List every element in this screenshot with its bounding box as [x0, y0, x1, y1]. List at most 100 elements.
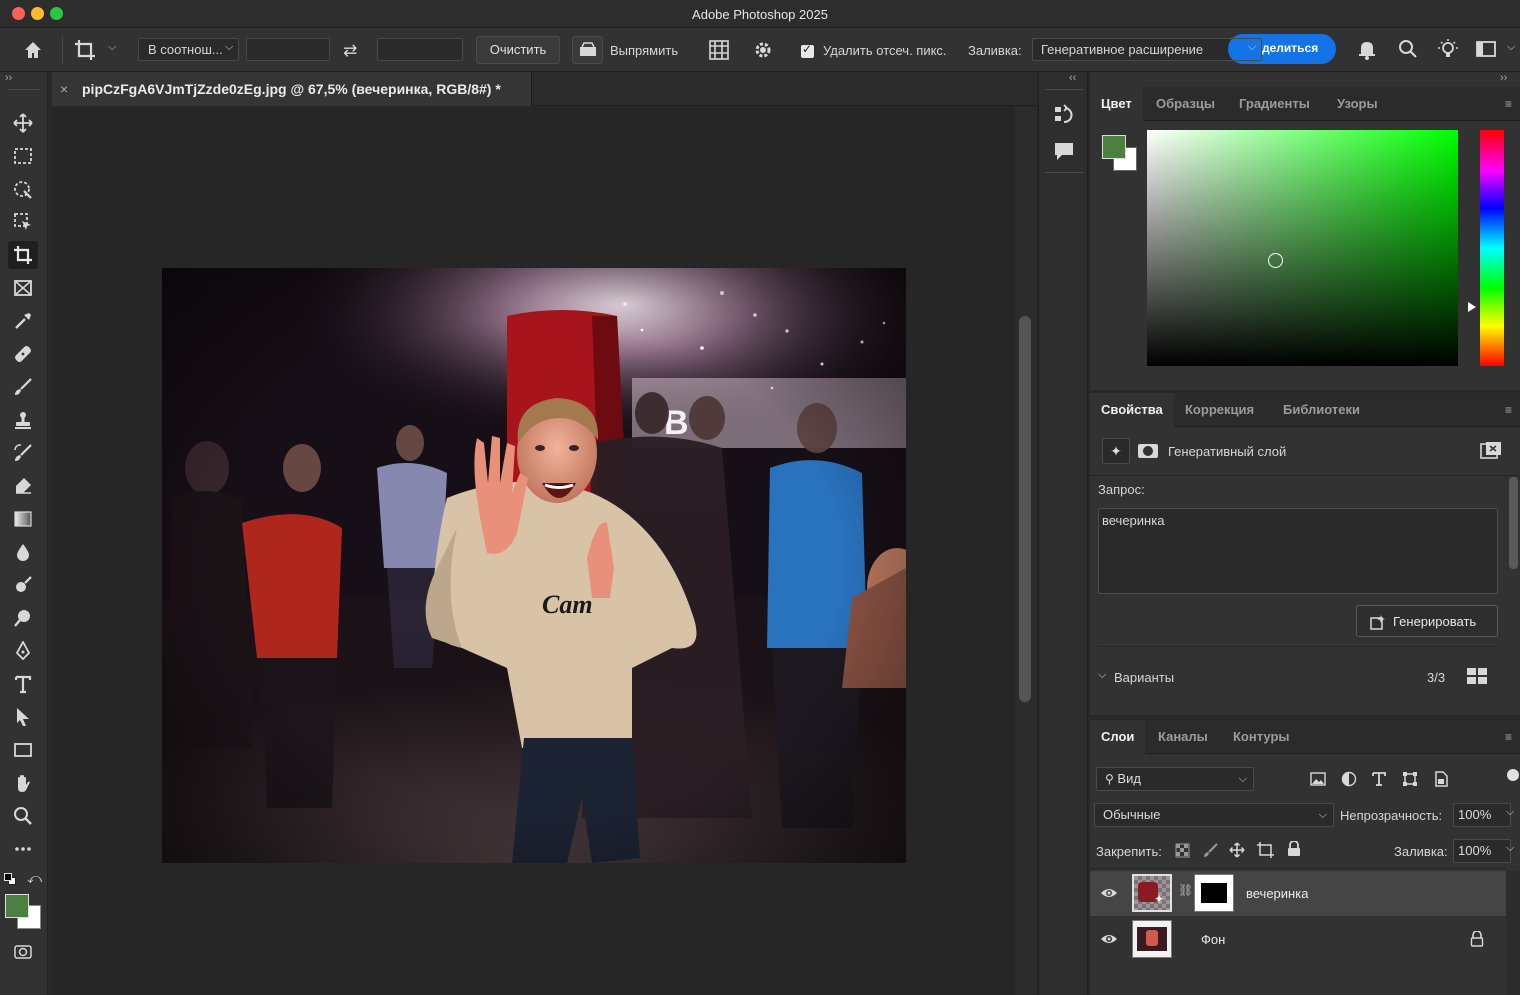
type-filter-icon[interactable] [1371, 771, 1387, 790]
default-colors-icon[interactable] [3, 872, 17, 886]
chevron-down-icon[interactable]: ⌵ [1506, 806, 1514, 819]
chevron-down-icon[interactable]: ⌵ [108, 41, 116, 54]
straighten-icon[interactable] [572, 36, 603, 64]
gradient-tool-icon[interactable] [8, 505, 38, 533]
more-tools-icon[interactable] [8, 835, 38, 863]
panel-menu-icon[interactable]: ≡ [1505, 730, 1517, 744]
brush-tool-icon[interactable] [8, 373, 38, 401]
smart-object-filter-icon[interactable] [1433, 771, 1449, 790]
width-input[interactable] [246, 38, 330, 61]
panel-menu-icon[interactable]: ≡ [1505, 97, 1517, 111]
rectangle-tool-icon[interactable] [8, 736, 38, 764]
hue-slider[interactable] [1480, 130, 1504, 366]
prompt-textarea[interactable]: вечеринка [1098, 508, 1498, 594]
tab-properties[interactable]: Свойства [1090, 393, 1174, 427]
swap-colors-icon[interactable]: ⤺ [27, 870, 42, 887]
tab-color[interactable]: Цвет [1090, 87, 1143, 121]
healing-brush-tool-icon[interactable] [8, 340, 38, 368]
layer-name[interactable]: вечеринка [1246, 886, 1308, 901]
chevron-down-icon[interactable]: ⌵ [1098, 669, 1106, 682]
panel-menu-icon[interactable]: ≡ [1505, 403, 1517, 417]
document-tab[interactable]: × pipCzFgA6VJmTjZzde0zEg.jpg @ 67,5% (ве… [52, 72, 532, 106]
background-layer-thumbnail[interactable] [1132, 920, 1172, 958]
tab-gradients[interactable]: Градиенты [1239, 87, 1310, 121]
eyedropper-tool-icon[interactable] [8, 307, 38, 335]
pen-tool-icon[interactable] [8, 637, 38, 665]
adjustment-filter-icon[interactable] [1341, 771, 1357, 790]
layers-scrollbar[interactable] [1506, 871, 1520, 995]
path-selection-tool-icon[interactable] [8, 703, 38, 731]
layer-name[interactable]: Фон [1201, 932, 1225, 947]
zoom-tool-icon[interactable] [8, 802, 38, 830]
tab-adjustments[interactable]: Коррекция [1185, 393, 1254, 427]
generative-layer-thumbnail[interactable]: ✦ [1132, 874, 1172, 912]
object-selection-tool-icon[interactable] [8, 175, 38, 203]
visibility-eye-icon[interactable] [1100, 930, 1118, 948]
collapse-panel-icon[interactable]: ›› [1500, 72, 1507, 84]
blend-mode-select[interactable]: Обычные ⌵ [1094, 803, 1334, 827]
clear-button[interactable]: Очистить [476, 36, 560, 64]
tab-channels[interactable]: Каналы [1158, 720, 1208, 754]
layer-fill-input[interactable]: 100% [1453, 839, 1511, 863]
gear-icon[interactable] [752, 39, 774, 65]
marquee-tool-icon[interactable] [8, 142, 38, 170]
search-icon[interactable] [1397, 38, 1419, 64]
hue-slider-handle[interactable] [1468, 302, 1476, 312]
blur-tool-icon[interactable] [8, 538, 38, 566]
workspace-icon[interactable] [1475, 39, 1497, 63]
lock-pixels-icon[interactable] [1203, 842, 1219, 861]
properties-scrollbar-thumb[interactable] [1509, 477, 1518, 569]
chevron-down-icon[interactable]: ⌵ [1507, 41, 1515, 54]
color-picker-handle[interactable] [1268, 253, 1283, 268]
ratio-select[interactable]: В соотнош... ⌵ [138, 38, 239, 61]
swap-arrows-icon[interactable]: ⇄ [343, 41, 357, 61]
tab-libraries[interactable]: Библиотеки [1283, 393, 1360, 427]
close-tab-icon[interactable]: × [60, 81, 68, 97]
grid-view-icon[interactable] [1467, 668, 1488, 689]
foreground-swatch[interactable] [1102, 135, 1126, 159]
eraser-tool-icon[interactable] [8, 472, 38, 500]
select-subject-tool-icon[interactable] [8, 208, 38, 236]
generate-button[interactable]: Генерировать [1356, 605, 1498, 637]
opacity-input[interactable]: 100% [1453, 803, 1511, 827]
delete-cropped-checkbox[interactable] [801, 42, 814, 58]
tab-patterns[interactable]: Узоры [1337, 87, 1378, 121]
home-icon[interactable] [22, 39, 44, 65]
dodge-tool-icon[interactable] [8, 571, 38, 599]
layer-filter-select[interactable]: ⚲ Вид ⌵ [1096, 767, 1254, 791]
frame-tool-icon[interactable] [8, 274, 38, 302]
collapse-icon[interactable]: ›› [5, 72, 12, 84]
straighten-label[interactable]: Выпрямить [610, 43, 678, 58]
image-filter-icon[interactable] [1310, 771, 1326, 790]
vertical-scrollbar-thumb[interactable] [1019, 316, 1031, 702]
lightbulb-icon[interactable] [1437, 38, 1459, 64]
comments-icon[interactable] [1053, 140, 1075, 165]
overlay-grid-icon[interactable] [708, 39, 730, 65]
visibility-eye-icon[interactable] [1100, 884, 1118, 902]
search-tool-icon[interactable] [8, 604, 38, 632]
layer-row[interactable]: ✦ ⛓ вечеринка [1090, 871, 1506, 916]
lock-artboard-icon[interactable] [1257, 842, 1274, 861]
filter-toggle-switch[interactable] [1507, 769, 1519, 781]
layer-comp-icon[interactable] [1480, 441, 1502, 461]
history-brush-tool-icon[interactable] [8, 439, 38, 467]
height-input[interactable] [377, 38, 463, 61]
crop-tool-icon[interactable] [8, 241, 38, 269]
layer-row[interactable]: Фон [1090, 917, 1506, 962]
clone-stamp-tool-icon[interactable] [8, 406, 38, 434]
foreground-color-swatch[interactable] [5, 894, 29, 918]
move-tool-icon[interactable] [8, 109, 38, 137]
type-tool-icon[interactable] [8, 670, 38, 698]
bell-icon[interactable] [1356, 38, 1378, 64]
lock-transparency-icon[interactable] [1175, 843, 1190, 861]
color-field[interactable] [1147, 130, 1458, 366]
layer-mask-thumbnail[interactable] [1194, 874, 1234, 912]
expand-panels-icon[interactable]: ‹‹ [1069, 72, 1076, 84]
shape-filter-icon[interactable] [1402, 771, 1418, 790]
chain-link-icon[interactable]: ⛓ [1178, 883, 1193, 897]
chevron-down-icon[interactable]: ⌵ [1506, 842, 1514, 855]
history-icon[interactable] [1053, 104, 1075, 129]
quick-mask-icon[interactable] [8, 938, 38, 966]
hand-tool-icon[interactable] [8, 769, 38, 797]
tab-layers[interactable]: Слои [1090, 720, 1146, 754]
